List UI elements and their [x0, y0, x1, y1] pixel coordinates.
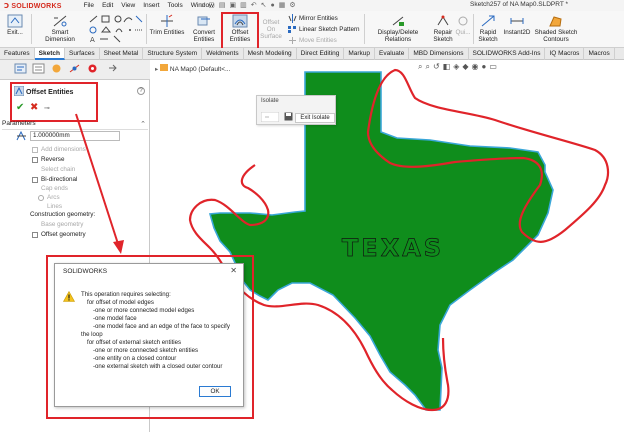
texas-label: TEXAS — [342, 234, 444, 262]
section-view-icon[interactable]: ◧ — [443, 62, 454, 71]
part-icon — [160, 64, 169, 71]
isolate-title: Isolate — [261, 98, 279, 104]
zoom-area-icon[interactable]: ⌕ — [425, 62, 432, 71]
feature-tree-flyout[interactable]: ▸ NA Map0 (Default<... — [155, 64, 230, 73]
dialog-highlight — [46, 255, 254, 419]
save-isolate-icon[interactable] — [284, 112, 293, 121]
scene-icon[interactable]: ▭ — [489, 62, 500, 71]
display-style-icon[interactable]: ◆ — [462, 62, 471, 71]
heads-up-view-toolbar: ⌕⌕↺◧◈◆◉●▭ — [418, 62, 500, 72]
exit-isolate-button[interactable]: Exit Isolate — [295, 113, 335, 123]
part-name-label: NA Map0 (Default<... — [169, 66, 231, 73]
isolate-popup: Isolate Exit Isolate — [256, 95, 336, 125]
hide-show-icon[interactable]: ◉ — [472, 62, 482, 71]
isolate-visibility-icon[interactable] — [261, 112, 279, 122]
previous-view-icon[interactable]: ↺ — [433, 62, 443, 71]
